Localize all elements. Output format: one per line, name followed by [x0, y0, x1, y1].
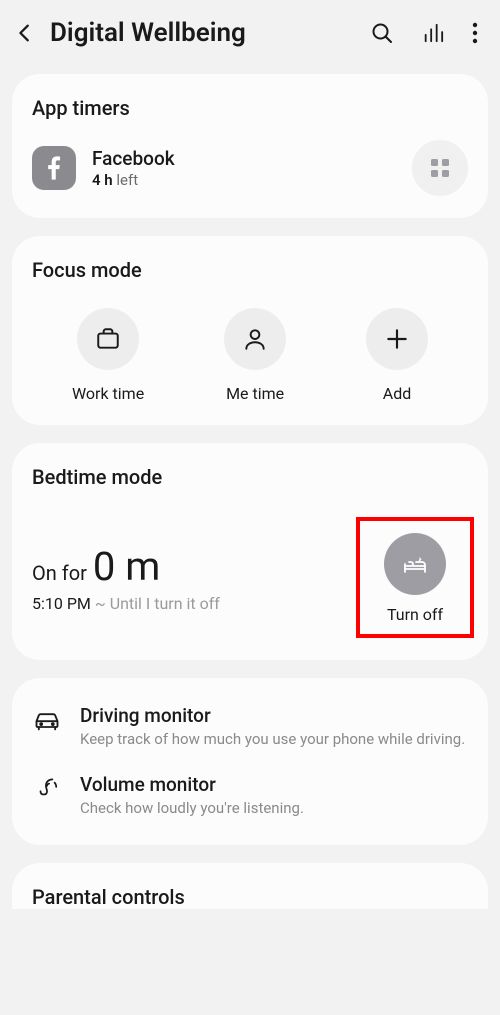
driving-monitor-desc: Keep track of how much you use your phon…	[80, 729, 468, 749]
header-actions	[370, 21, 478, 45]
focus-item-me[interactable]: Me time	[224, 308, 286, 403]
volume-monitor-item[interactable]: Volume monitor Check how loudly you're l…	[32, 761, 468, 830]
focus-row: Work time Me time Add	[32, 308, 468, 403]
app-timers-title: App timers	[32, 96, 468, 120]
driving-monitor-text: Driving monitor Keep track of how much y…	[80, 704, 468, 749]
header: Digital Wellbeing	[0, 0, 500, 66]
app-grid-button[interactable]	[412, 140, 468, 196]
plus-icon	[366, 308, 428, 370]
app-time-remaining: 4 h left	[92, 171, 396, 189]
parental-controls-title: Parental controls	[32, 885, 468, 909]
focus-item-add[interactable]: Add	[366, 308, 428, 403]
car-icon	[32, 704, 62, 749]
bedtime-status: On for 0 m 5:10 PM ~ Until I turn it off	[32, 543, 356, 613]
highlight-annotation: Turn off	[356, 517, 474, 638]
focus-mode-card: Focus mode Work time Me time Add	[12, 236, 488, 425]
more-icon[interactable]	[472, 22, 478, 44]
parental-controls-card[interactable]: Parental controls	[12, 863, 488, 909]
app-timer-row[interactable]: Facebook 4 h left	[32, 140, 468, 196]
driving-monitor-title: Driving monitor	[80, 704, 468, 727]
app-name: Facebook	[92, 147, 396, 172]
bedtime-card: Bedtime mode On for 0 m 5:10 PM ~ Until …	[12, 443, 488, 660]
briefcase-icon	[77, 308, 139, 370]
focus-label: Work time	[72, 384, 144, 403]
app-info: Facebook 4 h left	[92, 147, 396, 190]
focus-label: Me time	[226, 384, 284, 403]
volume-monitor-text: Volume monitor Check how loudly you're l…	[80, 773, 468, 818]
monitors-card: Driving monitor Keep track of how much y…	[12, 678, 488, 845]
person-icon	[224, 308, 286, 370]
focus-item-work[interactable]: Work time	[72, 308, 144, 403]
driving-monitor-item[interactable]: Driving monitor Keep track of how much y…	[32, 692, 468, 761]
ear-icon	[32, 773, 62, 818]
turn-off-label: Turn off	[387, 605, 443, 624]
turn-off-button[interactable]: Turn off	[384, 533, 446, 624]
search-icon[interactable]	[370, 21, 394, 45]
volume-monitor-desc: Check how loudly you're listening.	[80, 798, 468, 818]
bedtime-title: Bedtime mode	[32, 465, 468, 489]
facebook-icon	[32, 146, 76, 190]
focus-mode-title: Focus mode	[32, 258, 468, 282]
chart-icon[interactable]	[422, 22, 444, 44]
back-icon[interactable]	[14, 22, 36, 44]
app-timers-card: App timers Facebook 4 h left	[12, 74, 488, 218]
bedtime-schedule: 5:10 PM ~ Until I turn it off	[32, 594, 356, 613]
bedtime-duration: On for 0 m	[32, 543, 356, 590]
bedtime-body: On for 0 m 5:10 PM ~ Until I turn it off	[32, 517, 468, 638]
focus-label: Add	[383, 384, 411, 403]
volume-monitor-title: Volume monitor	[80, 773, 468, 796]
bed-icon	[384, 533, 446, 595]
page-title: Digital Wellbeing	[50, 18, 356, 48]
